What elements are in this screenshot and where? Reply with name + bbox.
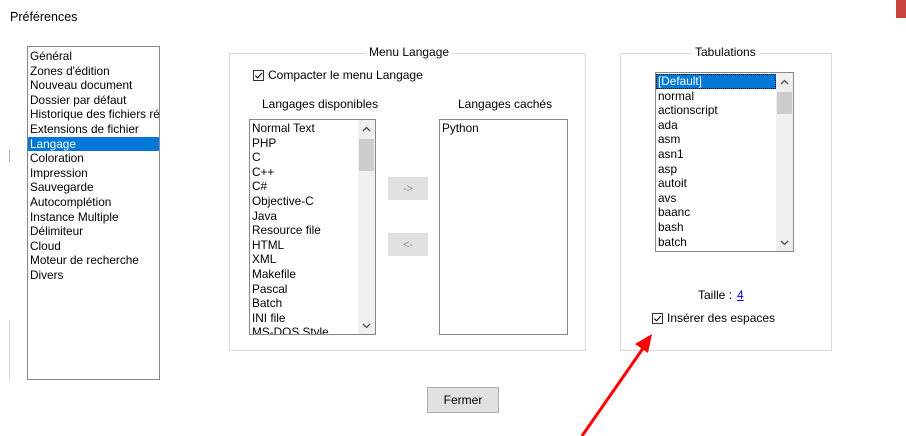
sidebar-item[interactable]: Autocomplétion — [28, 195, 159, 210]
hidden-language-item[interactable]: Python — [440, 121, 567, 136]
available-language-item[interactable]: C — [250, 150, 358, 165]
chevron-up-icon[interactable] — [776, 73, 793, 90]
window-title: Préférences — [10, 10, 78, 24]
available-languages-list[interactable]: Normal Text PHP C C++ C# Objective-C Java Resou… — [249, 119, 376, 335]
available-language-item[interactable]: Pascal — [250, 282, 358, 297]
red-annotation-arrow — [580, 334, 652, 436]
available-language-item[interactable]: C# — [250, 179, 358, 194]
tab-size-label: Taille : — [698, 288, 733, 302]
move-left-button[interactable]: <- — [388, 233, 428, 256]
tabulation-list-scroll-thumb[interactable] — [777, 92, 792, 114]
available-list-scroll-thumb[interactable] — [359, 139, 374, 171]
sidebar-item[interactable]: Impression — [28, 166, 159, 181]
tabulation-language-item[interactable]: bash — [656, 220, 776, 235]
sidebar-item[interactable]: Sauvegarde — [28, 180, 159, 195]
compact-menu-label: Compacter le menu Langage — [268, 68, 423, 82]
tabulation-language-item[interactable]: baanc — [656, 205, 776, 220]
language-menu-group-label: Menu Langage — [366, 45, 453, 59]
chevron-down-icon[interactable] — [776, 234, 793, 251]
available-language-item[interactable]: Normal Text — [250, 121, 358, 136]
window-edge — [9, 150, 10, 162]
insert-spaces-label: Insérer des espaces — [667, 311, 776, 325]
sidebar-item[interactable]: Coloration — [28, 151, 159, 166]
available-language-item[interactable]: PHP — [250, 136, 358, 151]
tabulation-language-item[interactable]: avs — [656, 191, 776, 206]
arrow-shaft — [580, 343, 648, 436]
available-language-item[interactable]: INI file — [250, 311, 358, 326]
move-right-button[interactable]: -> — [388, 177, 428, 200]
available-language-item[interactable]: Objective-C — [250, 194, 358, 209]
tabulation-language-item[interactable]: normal — [656, 89, 776, 104]
check-mark-icon[interactable] — [253, 69, 264, 81]
available-language-item[interactable]: Java — [250, 209, 358, 224]
window-edge-lower — [9, 320, 10, 380]
insert-spaces-checkbox[interactable]: Insérer des espaces — [652, 311, 775, 325]
tabulation-language-item[interactable]: asp — [656, 162, 776, 177]
sidebar-item[interactable]: Général — [28, 49, 159, 64]
tabulation-language-item[interactable]: actionscript — [656, 103, 776, 118]
sidebar-item[interactable]: Langage — [28, 136, 159, 152]
sidebar-item[interactable]: Divers — [28, 268, 159, 283]
tabulation-language-list[interactable]: [Default] normal actionscript ada asm asn1 asp… — [655, 72, 794, 252]
available-language-item[interactable]: XML — [250, 252, 358, 267]
available-language-item[interactable]: Makefile — [250, 267, 358, 282]
available-languages-label: Langages disponibles — [262, 97, 379, 111]
sidebar-item[interactable]: Moteur de recherche — [28, 253, 159, 268]
tabulation-language-item[interactable]: asn1 — [656, 147, 776, 162]
chevron-up-icon[interactable] — [358, 120, 375, 137]
sidebar-item[interactable]: Instance Multiple — [28, 210, 159, 225]
chevron-down-icon[interactable] — [358, 317, 375, 334]
hidden-languages-list[interactable]: Python — [439, 119, 568, 335]
tabulation-language-item[interactable]: [Default] — [656, 74, 776, 89]
close-dialog-button[interactable]: Fermer — [427, 387, 499, 413]
close-button[interactable] — [896, 0, 906, 18]
sidebar-item[interactable]: Cloud — [28, 239, 159, 254]
tabulations-group-label: Tabulations — [692, 45, 759, 59]
tabulation-language-item[interactable]: asm — [656, 132, 776, 147]
tab-size-value-link[interactable]: 4 — [737, 288, 744, 302]
tabulation-language-item[interactable]: batch — [656, 235, 776, 250]
tabulation-language-item[interactable]: autoit — [656, 176, 776, 191]
sidebar-item[interactable]: Nouveau document — [28, 78, 159, 93]
available-language-item[interactable]: Batch — [250, 296, 358, 311]
tabulation-list-scrollbar[interactable] — [776, 73, 793, 251]
preferences-category-list[interactable]: Général Zones d'édition Nouveau document Do… — [27, 46, 160, 380]
available-language-item[interactable]: C++ — [250, 165, 358, 180]
available-language-item[interactable]: HTML — [250, 238, 358, 253]
tabulation-language-item[interactable]: blitzbasic — [656, 249, 776, 251]
available-language-item[interactable]: Resource file — [250, 223, 358, 238]
sidebar-item[interactable]: Zones d'édition — [28, 64, 159, 79]
available-list-scrollbar[interactable] — [358, 120, 375, 334]
tabulation-language-item[interactable]: ada — [656, 118, 776, 133]
hidden-languages-label: Langages cachés — [458, 97, 553, 111]
sidebar-item[interactable]: Historique des fichiers ré — [28, 107, 159, 122]
tab-size-row: Taille : 4 — [698, 288, 744, 302]
sidebar-item[interactable]: Dossier par défaut — [28, 93, 159, 108]
sidebar-item[interactable]: Délimiteur — [28, 224, 159, 239]
available-language-item[interactable]: MS-DOS Style — [250, 325, 358, 334]
compact-menu-checkbox[interactable]: Compacter le menu Langage — [253, 68, 423, 82]
sidebar-item[interactable]: Extensions de fichier — [28, 122, 159, 137]
